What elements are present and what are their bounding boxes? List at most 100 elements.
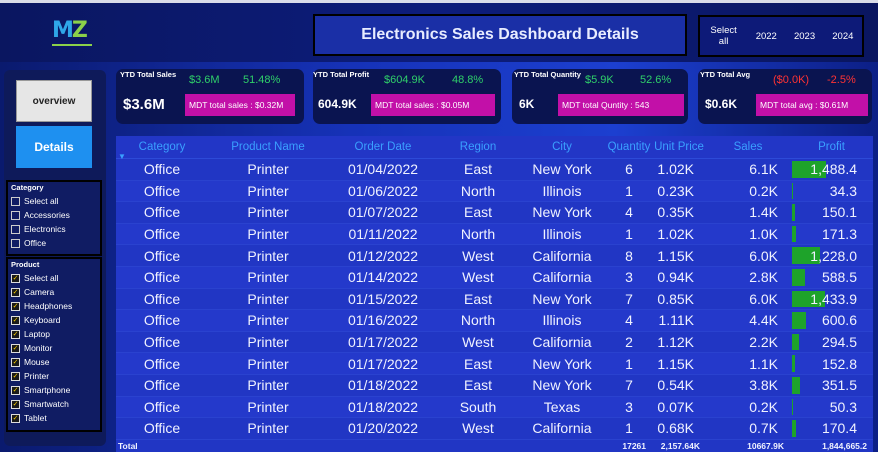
table-cell: Printer (208, 352, 328, 375)
checkbox-icon[interactable]: ✓ (11, 371, 20, 381)
table-cell: 0.7K (706, 417, 790, 440)
column-header[interactable]: Profit (790, 136, 873, 159)
product-slicer-item[interactable]: ✓ Camera (11, 285, 97, 299)
checkbox-icon[interactable] (11, 196, 20, 206)
table-cell: 01/12/2022 (328, 244, 438, 267)
checkbox-icon[interactable] (11, 224, 20, 234)
profit-value: 1,488.4 (810, 161, 857, 178)
checkbox-icon[interactable] (11, 238, 20, 248)
year-option-2024[interactable]: 2024 (832, 31, 853, 42)
table-row[interactable]: Office Printer 01/17/2022 East New York 1 1.15… (116, 352, 873, 375)
column-header[interactable]: Category (116, 136, 208, 159)
profit-value: 351.5 (821, 377, 857, 394)
overview-button[interactable]: overview (16, 80, 92, 122)
year-option-2022[interactable]: 2022 (756, 31, 777, 42)
column-header[interactable]: Order Date (328, 136, 438, 159)
category-slicer-item[interactable]: Select all (11, 194, 97, 208)
profit-bar (792, 225, 796, 243)
table-cell: 01/06/2022 (328, 180, 438, 203)
table-cell: 0.85K (652, 288, 706, 311)
column-header[interactable]: Unit Price (652, 136, 706, 159)
profit-bar (792, 420, 796, 437)
table-row[interactable]: Office Printer 01/14/2022 West California 3 0.… (116, 266, 873, 289)
checkbox-icon[interactable]: ✓ (11, 343, 20, 353)
category-slicer-item[interactable]: Electronics (11, 222, 97, 236)
table-cell: 2.2K (706, 331, 790, 354)
table-cell: Printer (208, 158, 328, 181)
checkbox-icon[interactable]: ✓ (11, 315, 20, 325)
column-header[interactable]: Region (438, 136, 518, 159)
sort-down-icon[interactable]: ▼ (118, 152, 126, 161)
table-cell: Office (116, 352, 208, 375)
checkbox-icon[interactable] (11, 210, 20, 220)
checkbox-icon[interactable]: ✓ (11, 357, 20, 367)
product-slicer-item[interactable]: ✓ Smartphone (11, 383, 97, 397)
table-row[interactable]: Office Printer 01/11/2022 North Illinois 1 1.0… (116, 223, 873, 246)
checkbox-icon[interactable]: ✓ (11, 287, 20, 297)
table-row[interactable]: Office Printer 01/18/2022 South Texas 3 0.07K 0… (116, 396, 873, 419)
table-row[interactable]: Office Printer 01/20/2022 West California 1 0.… (116, 417, 873, 440)
profit-cell: 1,488.4 (790, 158, 873, 181)
profit-bar (792, 204, 796, 221)
table-row[interactable]: Office Printer 01/15/2022 East New York 7 0.85… (116, 288, 873, 311)
table-row[interactable]: Office Printer 01/04/2022 East New York 6 1.02… (116, 158, 873, 181)
table-cell: Office (116, 180, 208, 203)
profit-bar (792, 268, 806, 286)
product-slicer-item-label: Monitor (24, 343, 53, 353)
product-slicer-item[interactable]: ✓ Select all (11, 271, 97, 285)
table-cell: 1.15K (652, 244, 706, 267)
year-option-2023[interactable]: 2023 (794, 31, 815, 42)
checkbox-icon[interactable]: ✓ (11, 413, 20, 423)
kpi-avg-value1: ($0.0K) (773, 74, 810, 86)
kpi-sales-pct: 51.48% (243, 74, 281, 86)
table-row[interactable]: Office Printer 01/16/2022 North Illinois 4 1.1… (116, 309, 873, 332)
table-row[interactable]: Office Printer 01/07/2022 East New York 4 0.35… (116, 201, 873, 224)
table-cell: Office (116, 309, 208, 332)
category-slicer-item-label: Office (24, 238, 47, 248)
product-slicer-item[interactable]: ✓ Keyboard (11, 313, 97, 327)
product-slicer-item-label: Smartphone (24, 385, 71, 395)
table-cell: 7 (606, 374, 652, 397)
profit-value: 150.1 (821, 204, 857, 221)
table-cell: 01/15/2022 (328, 288, 438, 311)
product-slicer-item[interactable]: ✓ Smartwatch (11, 397, 97, 411)
table-cell: Illinois (518, 309, 606, 332)
product-slicer-item-label: Select all (24, 273, 59, 283)
checkbox-icon[interactable]: ✓ (11, 273, 20, 283)
table-cell: 6 (606, 158, 652, 181)
table-cell: Office (116, 396, 208, 419)
product-slicer-item[interactable]: ✓ Printer (11, 369, 97, 383)
year-option-select-all[interactable]: Select all (709, 25, 739, 47)
column-header[interactable]: Sales (706, 136, 790, 159)
product-slicer-item-label: Tablet (24, 413, 47, 423)
table-cell: 0.23K (652, 180, 706, 203)
product-slicer-item-label: Camera (24, 287, 55, 297)
profit-bar (792, 312, 806, 329)
details-button[interactable]: Details (16, 126, 92, 168)
product-slicer-item[interactable]: ✓ Mouse (11, 355, 97, 369)
checkbox-icon[interactable]: ✓ (11, 385, 20, 395)
checkbox-icon[interactable]: ✓ (11, 301, 20, 311)
category-slicer-item[interactable]: Office (11, 236, 97, 250)
product-slicer-item[interactable]: ✓ Monitor (11, 341, 97, 355)
table-cell: 1.4K (706, 201, 790, 224)
table-row[interactable]: Office Printer 01/17/2022 West California 2 1.… (116, 331, 873, 354)
table-cell: 1.11K (652, 309, 706, 332)
table-cell: Office (116, 331, 208, 354)
profit-value: 588.5 (821, 269, 857, 286)
column-header[interactable]: Quantity (606, 136, 652, 159)
product-slicer-item[interactable]: ✓ Headphones (11, 299, 97, 313)
product-slicer-item[interactable]: ✓ Tablet (11, 411, 97, 425)
column-header[interactable]: Product Name (208, 136, 328, 159)
checkbox-icon[interactable]: ✓ (11, 329, 20, 339)
checkbox-icon[interactable]: ✓ (11, 399, 20, 409)
table-cell: 6.0K (706, 244, 790, 267)
table-cell: Printer (208, 266, 328, 289)
product-slicer-item[interactable]: ✓ Laptop (11, 327, 97, 341)
column-header[interactable]: City (518, 136, 606, 159)
table-row[interactable]: Office Printer 01/06/2022 North Illinois 1 0.2… (116, 180, 873, 203)
category-slicer-item[interactable]: Accessories (11, 208, 97, 222)
table-row[interactable]: Office Printer 01/12/2022 West California 8 1.… (116, 244, 873, 267)
table-cell: 8 (606, 244, 652, 267)
table-row[interactable]: Office Printer 01/18/2022 East New York 7 0.54… (116, 374, 873, 397)
